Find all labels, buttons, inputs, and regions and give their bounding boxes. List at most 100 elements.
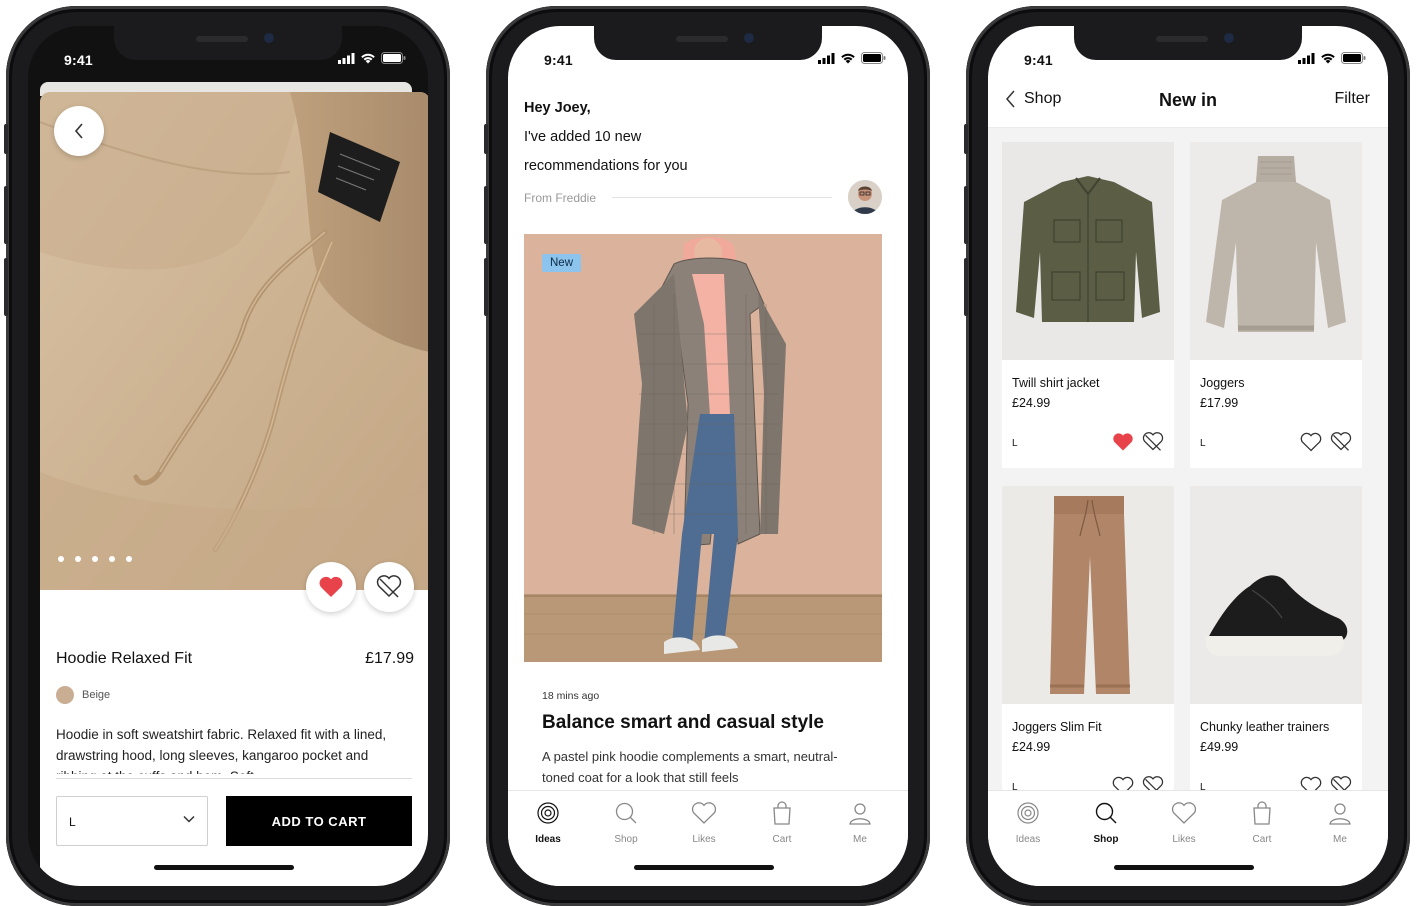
product-price: £24.99	[1012, 396, 1051, 410]
sweater-photo	[1190, 142, 1362, 360]
jacket-photo	[1002, 142, 1174, 360]
product-card[interactable]: Twill shirt jacket £24.99 L	[1002, 142, 1174, 468]
image-pager[interactable]	[58, 556, 132, 562]
tab-likes-label: Likes	[1172, 834, 1196, 845]
screen-ideas: 9:41 Hey Joey, I've added 10 new recomme…	[508, 26, 908, 886]
home-indicator	[1114, 865, 1254, 870]
tab-shop-label: Shop	[614, 834, 638, 845]
tab-cart-label: Cart	[1252, 834, 1272, 845]
hoodie-photo	[40, 92, 428, 590]
tab-likes[interactable]: Likes	[1154, 801, 1214, 845]
product-grid: Twill shirt jacket £24.99 L Joggers £17.…	[988, 128, 1388, 812]
greeting-message: Hey Joey, I've added 10 new recommendati…	[524, 94, 688, 181]
wifi-icon	[841, 53, 855, 64]
size-select[interactable]: L	[56, 796, 208, 846]
heart-broken-icon[interactable]	[1142, 432, 1164, 452]
product-size: L	[1012, 438, 1018, 449]
product-title: Hoodie Relaxed Fit	[56, 650, 193, 667]
phone-ideas-feed: 9:41 Hey Joey, I've added 10 new recomme…	[484, 6, 930, 906]
status-time: 9:41	[64, 52, 93, 68]
avatar[interactable]	[848, 180, 882, 214]
message-line-2: recommendations for you	[524, 158, 688, 174]
article-title: Balance smart and casual style	[542, 712, 824, 733]
chevron-left-icon	[74, 123, 83, 139]
color-name: Beige	[82, 689, 111, 701]
home-indicator	[154, 865, 294, 870]
battery-icon	[861, 52, 886, 64]
tab-ideas[interactable]: Ideas	[518, 801, 578, 845]
product-info-card: Hoodie Relaxed Fit £17.99 Beige Hoodie i…	[40, 590, 428, 886]
tab-me[interactable]: Me	[830, 801, 890, 845]
user-icon	[849, 803, 871, 825]
signal-icon	[1298, 52, 1315, 64]
product-name: Twill shirt jacket	[1012, 376, 1100, 390]
product-name: Joggers Slim Fit	[1012, 720, 1102, 734]
tab-cart[interactable]: Cart	[1232, 801, 1292, 845]
product-card[interactable]: Chunky leather trainers £49.99 L	[1190, 486, 1362, 812]
status-time: 9:41	[1024, 52, 1053, 68]
heart-broken-icon[interactable]	[1330, 432, 1352, 452]
screen-shop: 9:41 Shop New in Filter Twill shirt jack…	[988, 26, 1388, 886]
tab-me-label: Me	[853, 834, 867, 845]
ideas-icon	[1017, 802, 1039, 824]
article-time: 18 mins ago	[542, 690, 600, 702]
stylist-avatar-image	[848, 180, 882, 214]
message-line-1: I've added 10 new	[524, 129, 642, 145]
tab-me[interactable]: Me	[1310, 801, 1370, 845]
product-price: £17.99	[1200, 396, 1239, 410]
like-button[interactable]	[306, 562, 356, 612]
bag-icon	[773, 801, 791, 825]
tab-bar: Ideas Shop Likes Cart Me	[508, 790, 908, 886]
screen-product-detail: 9:41 Hoodie Relaxed Fit £17.99 Beige Hoo…	[28, 26, 428, 886]
product-price: £49.99	[1200, 740, 1239, 754]
tab-likes[interactable]: Likes	[674, 801, 734, 845]
heart-filled-icon	[319, 576, 343, 597]
add-to-cart-button[interactable]: ADD TO CART	[226, 796, 412, 846]
product-image	[1002, 142, 1174, 360]
heart-filled-icon[interactable]	[1112, 432, 1134, 452]
nav-bar: Shop New in Filter	[988, 76, 1388, 128]
article-card[interactable]: 18 mins ago Balance smart and casual sty…	[524, 662, 882, 786]
tab-shop[interactable]: Shop	[596, 801, 656, 845]
heart-icon	[1171, 802, 1197, 824]
product-image	[1190, 142, 1362, 360]
signal-icon	[338, 52, 355, 64]
look-image[interactable]: New	[524, 234, 882, 662]
filter-button[interactable]: Filter	[1334, 90, 1370, 108]
product-price: £24.99	[1012, 740, 1051, 754]
tab-me-label: Me	[1333, 834, 1347, 845]
tab-shop[interactable]: Shop	[1076, 801, 1136, 845]
tab-cart[interactable]: Cart	[752, 801, 812, 845]
trainers-photo	[1190, 486, 1362, 704]
back-button[interactable]	[54, 106, 104, 156]
product-description: Hoodie in soft sweatshirt fabric. Relaxe…	[56, 727, 387, 774]
product-card[interactable]: Joggers £17.99 L	[1190, 142, 1362, 468]
product-name: Chunky leather trainers	[1200, 720, 1330, 734]
user-icon	[1329, 803, 1351, 825]
wifi-icon	[361, 53, 375, 64]
battery-icon	[381, 52, 406, 64]
page-title: New in	[1158, 90, 1217, 110]
heart-icon[interactable]	[1300, 432, 1322, 452]
dislike-button[interactable]	[364, 562, 414, 612]
product-image	[1190, 486, 1362, 704]
heart-icon	[691, 802, 717, 824]
tab-ideas[interactable]: Ideas	[998, 801, 1058, 845]
color-swatch[interactable]	[56, 686, 74, 704]
phone-shop-grid: 9:41 Shop New in Filter Twill shirt jack…	[964, 6, 1410, 906]
greeting: Hey Joey,	[524, 100, 591, 116]
product-card[interactable]: Joggers Slim Fit £24.99 L	[1002, 486, 1174, 812]
status-bar: 9:41	[508, 26, 908, 76]
status-time: 9:41	[544, 52, 573, 68]
outfit-photo	[524, 234, 882, 662]
status-bar: 9:41	[988, 26, 1388, 76]
wifi-icon	[1321, 53, 1335, 64]
battery-icon	[1341, 52, 1366, 64]
tab-likes-label: Likes	[692, 834, 716, 845]
ideas-icon	[537, 802, 559, 824]
signal-icon	[818, 52, 835, 64]
phone-product-detail: 9:41 Hoodie Relaxed Fit £17.99 Beige Hoo…	[4, 6, 450, 906]
product-size: L	[1200, 438, 1206, 449]
tab-ideas-label: Ideas	[535, 834, 561, 845]
product-image[interactable]	[40, 92, 428, 590]
